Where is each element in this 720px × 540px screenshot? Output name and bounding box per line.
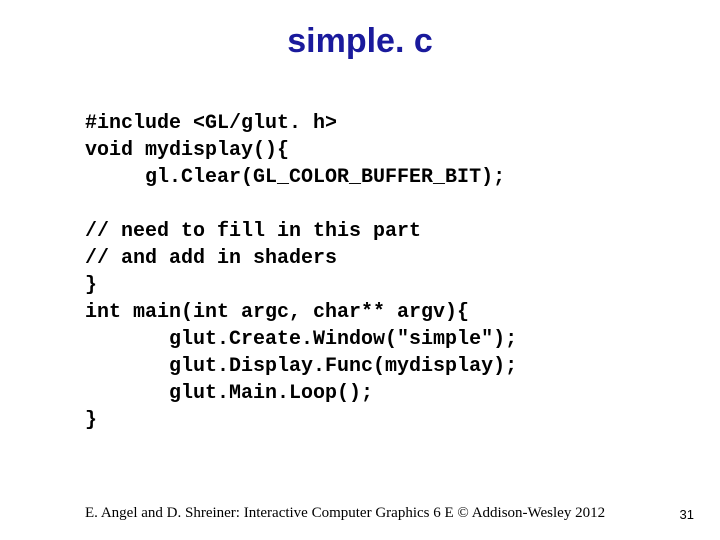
slide: simple. c #include <GL/glut. h> void myd… (0, 0, 720, 540)
code-line: int main(int argc, char** argv){ (85, 301, 469, 324)
code-line: } (85, 409, 97, 432)
code-line: gl.Clear(GL_COLOR_BUFFER_BIT); (85, 166, 505, 189)
code-line: // need to fill in this part (85, 220, 421, 243)
slide-title: simple. c (0, 22, 720, 61)
code-line: } (85, 274, 97, 297)
code-line: glut.Main.Loop(); (85, 382, 373, 405)
footer-citation: E. Angel and D. Shreiner: Interactive Co… (85, 505, 605, 522)
code-line: glut.Display.Func(mydisplay); (85, 355, 517, 378)
code-line: glut.Create.Window("simple"); (85, 328, 517, 351)
code-line: // and add in shaders (85, 247, 337, 270)
page-number: 31 (680, 507, 694, 522)
code-line: void mydisplay(){ (85, 139, 289, 162)
code-line: #include <GL/glut. h> (85, 112, 337, 135)
code-block: #include <GL/glut. h> void mydisplay(){ … (85, 110, 660, 434)
